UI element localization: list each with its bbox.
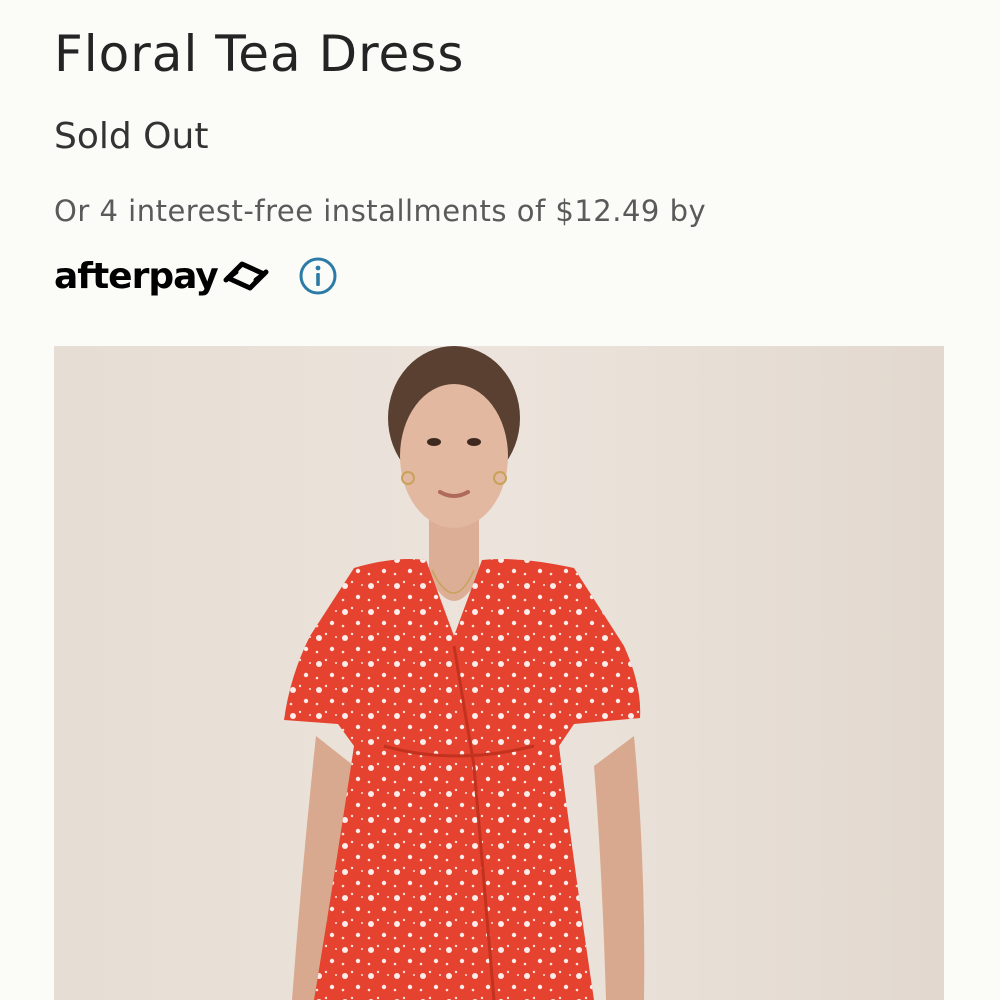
afterpay-arrows-icon (223, 261, 269, 291)
installments-text: Or 4 interest-free installments of $12.4… (54, 194, 707, 228)
product-title: Floral Tea Dress (54, 25, 465, 83)
afterpay-wordmark: afterpay (54, 255, 219, 297)
stock-status: Sold Out (54, 116, 209, 157)
afterpay-logo: afterpay (54, 256, 272, 297)
afterpay-row: afterpay (54, 248, 338, 304)
info-icon[interactable] (298, 256, 338, 296)
product-image[interactable] (54, 346, 944, 1000)
